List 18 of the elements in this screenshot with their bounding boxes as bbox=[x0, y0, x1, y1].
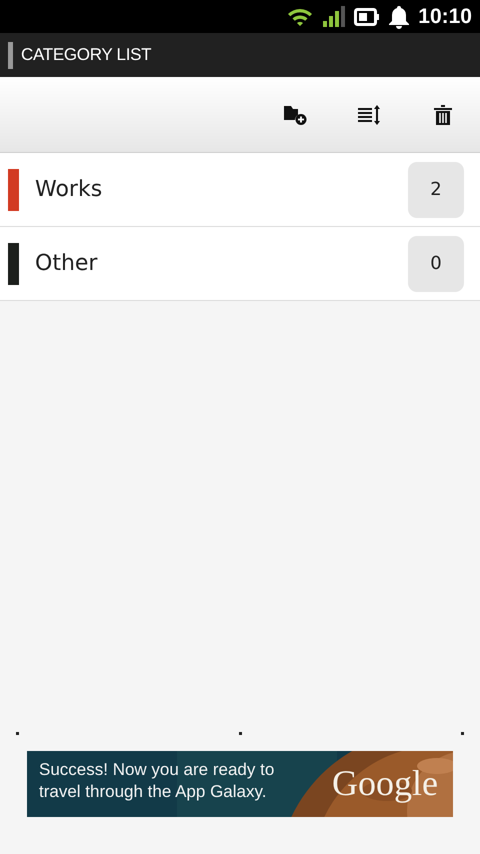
ad-banner[interactable]: Success! Now you are ready to travel through the App Galaxy. Google bbox=[27, 751, 453, 817]
ad-message: Success! Now you are ready to travel through the App Galaxy. bbox=[39, 759, 276, 803]
battery-icon bbox=[354, 6, 380, 26]
category-row[interactable]: Other 0 bbox=[0, 227, 480, 301]
ad-brand: Google bbox=[332, 763, 438, 803]
sort-icon bbox=[357, 105, 381, 125]
status-time: 10:10 bbox=[418, 4, 472, 30]
category-name: Other bbox=[35, 250, 98, 278]
item-count: 2 bbox=[408, 162, 464, 218]
folder-plus-icon bbox=[283, 105, 307, 125]
signal-icon bbox=[322, 6, 346, 28]
trash-icon bbox=[434, 105, 452, 125]
title-accent-bar bbox=[8, 42, 13, 68]
category-name: Works bbox=[35, 176, 104, 204]
bell-icon bbox=[388, 4, 410, 28]
item-count: 0 bbox=[408, 236, 464, 292]
category-row[interactable]: Works 2 bbox=[0, 153, 480, 227]
screen-title: CATEGORY LIST bbox=[21, 44, 152, 66]
